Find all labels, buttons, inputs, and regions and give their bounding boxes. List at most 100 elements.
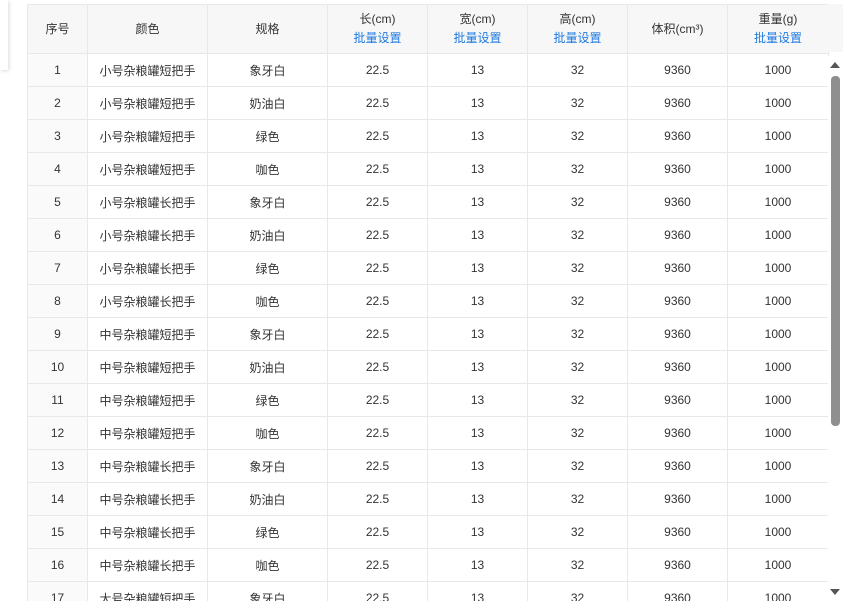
cell-length[interactable]: 22.5 <box>327 251 428 285</box>
cell-height[interactable]: 32 <box>527 515 628 549</box>
cell-width[interactable]: 13 <box>427 383 528 417</box>
cell-spec: 咖色 <box>207 152 328 186</box>
cell-weight[interactable]: 1000 <box>727 482 829 516</box>
table-header: 序号 颜色 规格 长(cm) 批量设置 宽(cm) 批量设置 高(cm) 批量设置 体积(cm³)… <box>27 4 829 54</box>
cell-length[interactable]: 22.5 <box>327 284 428 318</box>
cell-height[interactable]: 32 <box>527 185 628 219</box>
cell-height[interactable]: 32 <box>527 119 628 153</box>
cell-width[interactable]: 13 <box>427 449 528 483</box>
cell-weight[interactable]: 1000 <box>727 86 829 120</box>
cell-weight[interactable]: 1000 <box>727 317 829 351</box>
table-row: 14 中号杂粮罐长把手 奶油白 22.5 13 32 9360 1000 <box>27 482 829 516</box>
cell-color: 大号杂粮罐短把手 <box>87 581 208 601</box>
cell-spec: 奶油白 <box>207 350 328 384</box>
cell-width[interactable]: 13 <box>427 119 528 153</box>
sku-table-container: 序号 颜色 规格 长(cm) 批量设置 宽(cm) 批量设置 高(cm) 批量设置 体积(cm³)… <box>27 4 843 601</box>
cell-length[interactable]: 22.5 <box>327 581 428 601</box>
cell-length[interactable]: 22.5 <box>327 86 428 120</box>
cell-weight[interactable]: 1000 <box>727 416 829 450</box>
cell-height[interactable]: 32 <box>527 251 628 285</box>
cell-length[interactable]: 22.5 <box>327 449 428 483</box>
cell-height[interactable]: 32 <box>527 350 628 384</box>
cell-width[interactable]: 13 <box>427 317 528 351</box>
scroll-thumb[interactable] <box>831 76 840 426</box>
cell-height[interactable]: 32 <box>527 482 628 516</box>
cell-height[interactable]: 32 <box>527 383 628 417</box>
cell-width[interactable]: 13 <box>427 482 528 516</box>
cell-weight[interactable]: 1000 <box>727 350 829 384</box>
cell-height[interactable]: 32 <box>527 548 628 582</box>
cell-length[interactable]: 22.5 <box>327 218 428 252</box>
table-row: 6 小号杂粮罐长把手 奶油白 22.5 13 32 9360 1000 <box>27 218 829 252</box>
header-weight: 重量(g) 批量设置 <box>727 4 829 54</box>
cell-index: 10 <box>27 350 88 384</box>
cell-height[interactable]: 32 <box>527 284 628 318</box>
cell-length[interactable]: 22.5 <box>327 482 428 516</box>
cell-width[interactable]: 13 <box>427 53 528 87</box>
header-height: 高(cm) 批量设置 <box>527 4 628 54</box>
cell-weight[interactable]: 1000 <box>727 581 829 601</box>
cell-height[interactable]: 32 <box>527 416 628 450</box>
cell-length[interactable]: 22.5 <box>327 53 428 87</box>
cell-weight[interactable]: 1000 <box>727 218 829 252</box>
cell-width[interactable]: 13 <box>427 515 528 549</box>
cell-color: 中号杂粮罐长把手 <box>87 482 208 516</box>
cell-length[interactable]: 22.5 <box>327 548 428 582</box>
cell-volume: 9360 <box>627 251 728 285</box>
cell-height[interactable]: 32 <box>527 218 628 252</box>
table-row: 8 小号杂粮罐长把手 咖色 22.5 13 32 9360 1000 <box>27 284 829 318</box>
cell-width[interactable]: 13 <box>427 350 528 384</box>
cell-weight[interactable]: 1000 <box>727 119 829 153</box>
cell-height[interactable]: 32 <box>527 152 628 186</box>
cell-weight[interactable]: 1000 <box>727 449 829 483</box>
cell-height[interactable]: 32 <box>527 86 628 120</box>
cell-index: 7 <box>27 251 88 285</box>
cell-height[interactable]: 32 <box>527 53 628 87</box>
cell-width[interactable]: 13 <box>427 581 528 601</box>
batch-set-height-link[interactable]: 批量设置 <box>529 29 627 48</box>
cell-length[interactable]: 22.5 <box>327 185 428 219</box>
cell-width[interactable]: 13 <box>427 218 528 252</box>
cell-height[interactable]: 32 <box>527 449 628 483</box>
scroll-down-arrow-icon[interactable] <box>830 589 840 595</box>
cell-width[interactable]: 13 <box>427 152 528 186</box>
cell-height[interactable]: 32 <box>527 317 628 351</box>
cell-width[interactable]: 13 <box>427 548 528 582</box>
scroll-up-arrow-icon[interactable] <box>830 62 840 68</box>
vertical-scrollbar[interactable] <box>828 56 843 601</box>
cell-weight[interactable]: 1000 <box>727 284 829 318</box>
cell-width[interactable]: 13 <box>427 86 528 120</box>
table-row: 4 小号杂粮罐短把手 咖色 22.5 13 32 9360 1000 <box>27 152 829 186</box>
cell-length[interactable]: 22.5 <box>327 317 428 351</box>
header-index-label: 序号 <box>45 21 70 36</box>
cell-weight[interactable]: 1000 <box>727 53 829 87</box>
cell-length[interactable]: 22.5 <box>327 515 428 549</box>
cell-length[interactable]: 22.5 <box>327 416 428 450</box>
cell-volume: 9360 <box>627 53 728 87</box>
cell-weight[interactable]: 1000 <box>727 251 829 285</box>
cell-length[interactable]: 22.5 <box>327 119 428 153</box>
header-row: 序号 颜色 规格 长(cm) 批量设置 宽(cm) 批量设置 高(cm) 批量设置 体积(cm³)… <box>27 4 829 54</box>
cell-width[interactable]: 13 <box>427 251 528 285</box>
table-row: 17 大号杂粮罐短把手 象牙白 22.5 13 32 9360 1000 <box>27 581 829 601</box>
cell-weight[interactable]: 1000 <box>727 152 829 186</box>
header-volume: 体积(cm³) <box>627 4 728 54</box>
batch-set-weight-link[interactable]: 批量设置 <box>729 29 828 48</box>
cell-length[interactable]: 22.5 <box>327 383 428 417</box>
cell-length[interactable]: 22.5 <box>327 350 428 384</box>
cell-volume: 9360 <box>627 482 728 516</box>
cell-weight[interactable]: 1000 <box>727 548 829 582</box>
cell-length[interactable]: 22.5 <box>327 152 428 186</box>
cell-width[interactable]: 13 <box>427 416 528 450</box>
cell-weight[interactable]: 1000 <box>727 515 829 549</box>
cell-weight[interactable]: 1000 <box>727 185 829 219</box>
batch-set-width-link[interactable]: 批量设置 <box>429 29 527 48</box>
side-panel-edge <box>0 0 8 70</box>
cell-volume: 9360 <box>627 119 728 153</box>
cell-index: 15 <box>27 515 88 549</box>
cell-width[interactable]: 13 <box>427 185 528 219</box>
cell-weight[interactable]: 1000 <box>727 383 829 417</box>
cell-height[interactable]: 32 <box>527 581 628 601</box>
cell-width[interactable]: 13 <box>427 284 528 318</box>
batch-set-length-link[interactable]: 批量设置 <box>329 29 427 48</box>
